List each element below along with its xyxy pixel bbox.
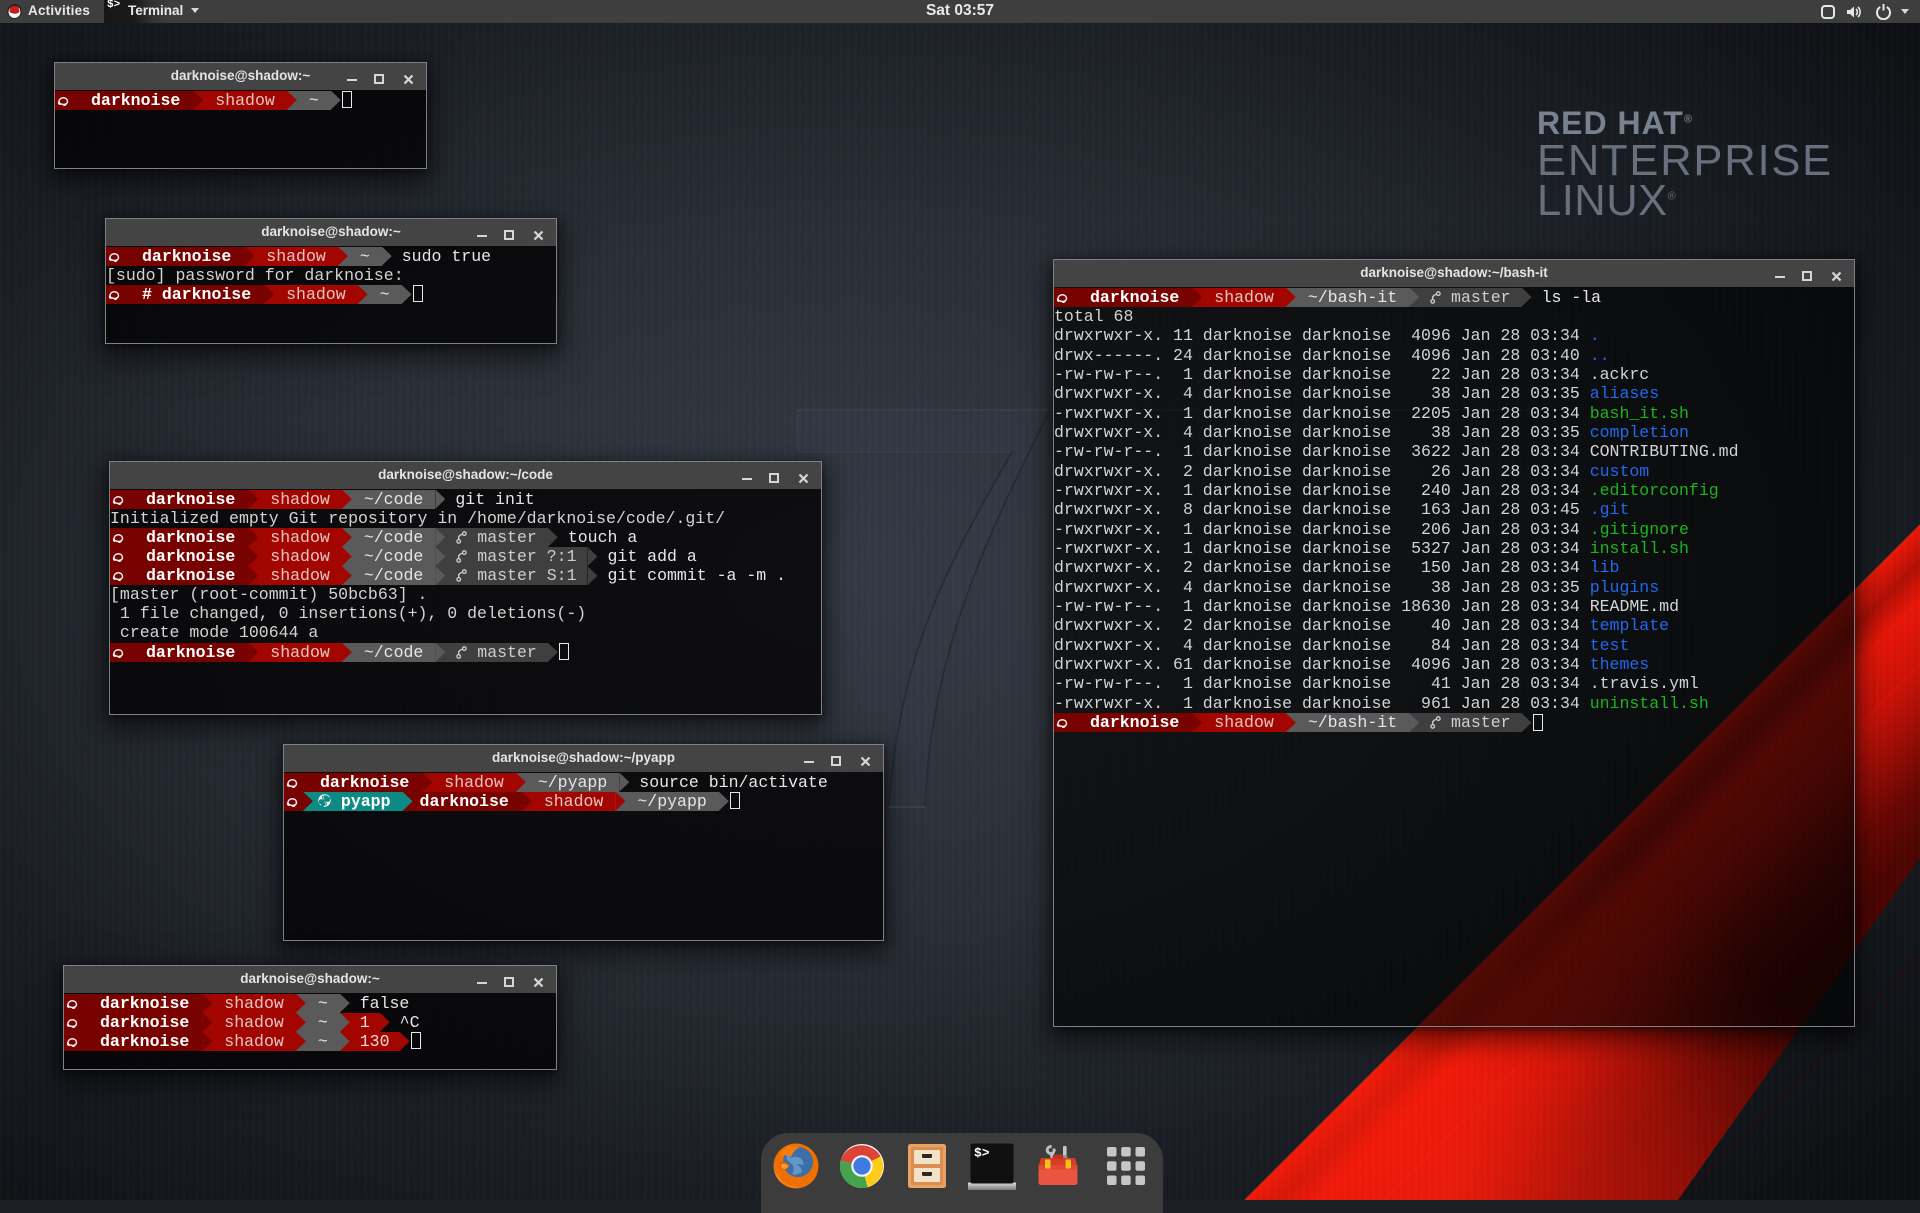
svg-text:$>: $> (974, 1146, 990, 1161)
